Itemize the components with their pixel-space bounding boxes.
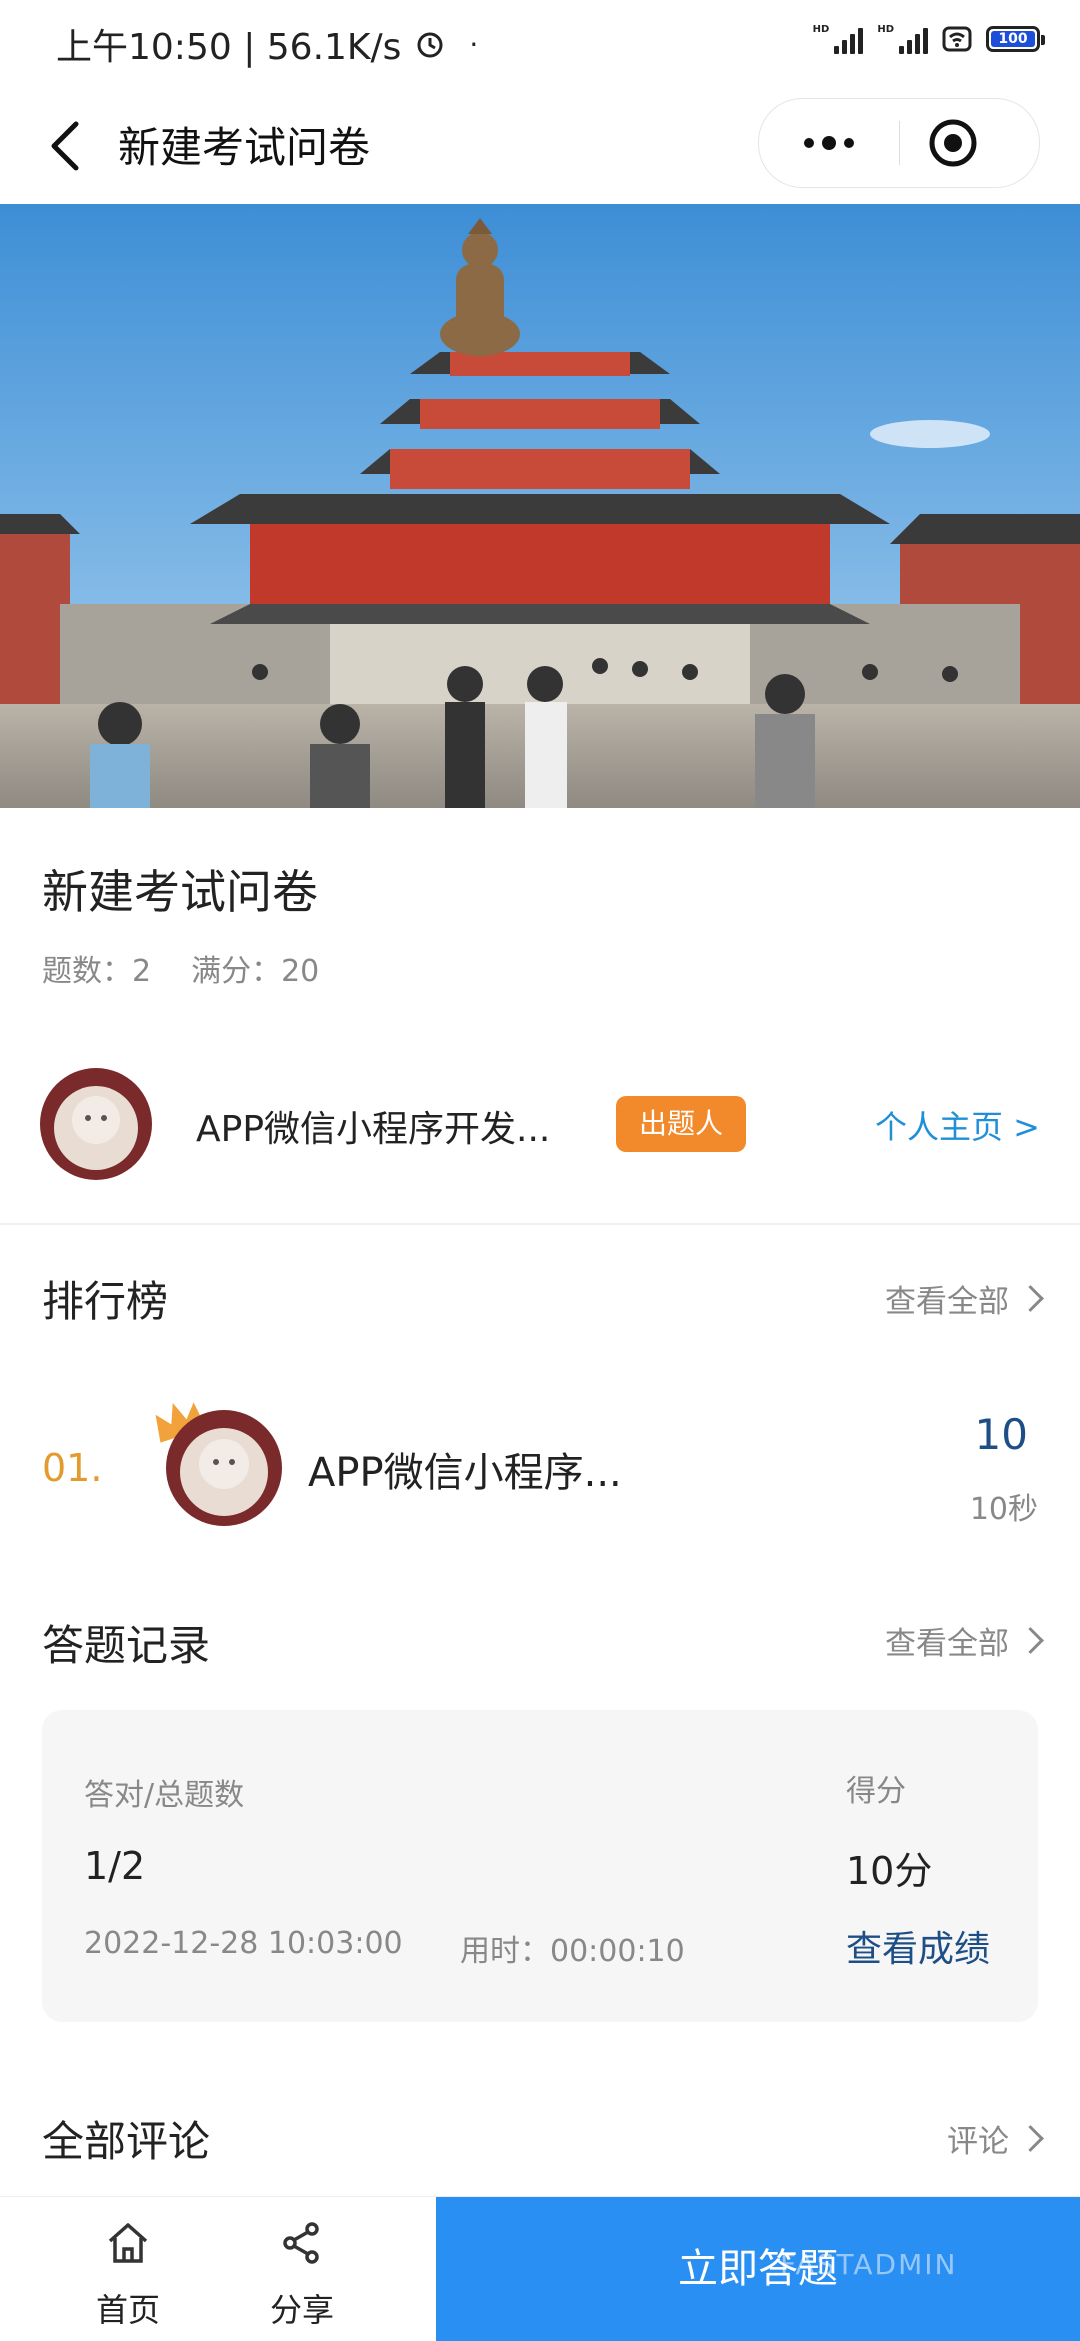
status-right: HD HD 100 xyxy=(813,24,1045,54)
chevron-right-icon xyxy=(1017,1285,1044,1312)
comments-title: 全部评论 xyxy=(42,2117,211,2166)
start-answer-button[interactable]: 立即答题 xyxy=(436,2197,1080,2341)
record-duration: 用时：00:00:10 xyxy=(460,1934,685,1969)
home-tab[interactable]: 首页 xyxy=(48,2197,208,2341)
more-dot-icon xyxy=(804,138,814,148)
battery-level: 100 xyxy=(991,31,1035,47)
home-icon xyxy=(108,2223,148,2263)
chevron-right-icon xyxy=(1017,1627,1044,1654)
more-button[interactable] xyxy=(759,99,899,187)
capsule-divider xyxy=(899,121,900,165)
dot-icon: · xyxy=(469,27,479,61)
battery-icon: 100 xyxy=(986,26,1045,52)
ranking-view-all-label: 查看全部 xyxy=(885,1284,1009,1320)
banner-image xyxy=(0,204,1080,808)
question-count: 题数：2 xyxy=(42,954,152,989)
records-view-all[interactable]: 查看全部 xyxy=(885,1618,1044,1663)
home-label: 首页 xyxy=(95,2291,160,2329)
more-dot-icon xyxy=(844,138,854,148)
share-tab[interactable]: 分享 xyxy=(222,2197,382,2341)
view-result-link[interactable]: 查看成绩 xyxy=(846,1920,990,1972)
nav-bar: 新建考试问卷 xyxy=(0,90,1080,202)
exam-title: 新建考试问卷 xyxy=(42,865,318,919)
divider xyxy=(0,1223,1080,1225)
author-avatar[interactable] xyxy=(40,1068,152,1180)
ranking-title: 排行榜 xyxy=(42,1277,169,1326)
comment-button[interactable]: 评论 xyxy=(947,2116,1044,2161)
wifi-icon xyxy=(942,26,972,52)
correct-value: 1/2 xyxy=(84,1844,146,1888)
profile-link[interactable]: 个人主页 > xyxy=(875,1102,1040,1148)
score-value: 10分 xyxy=(846,1849,933,1893)
author-name: APP微信小程序开发... xyxy=(196,1109,551,1150)
record-card: 答对/总题数 得分 1/2 10分 2022-12-28 10:03:00 用时… xyxy=(42,1710,1038,2022)
status-time-speed: 上午10:50 | 56.1K/s xyxy=(56,27,402,68)
share-label: 分享 xyxy=(269,2291,334,2329)
page-title: 新建考试问卷 xyxy=(118,123,371,172)
full-score: 满分：20 xyxy=(191,954,320,989)
rank-avatar[interactable] xyxy=(166,1410,282,1526)
creator-badge: 出题人 xyxy=(616,1096,746,1152)
records-view-all-label: 查看全部 xyxy=(885,1626,1009,1662)
share-icon xyxy=(283,2222,319,2264)
signal-icon-2: HD xyxy=(877,24,928,54)
author-row: APP微信小程序开发... 出题人 个人主页 > xyxy=(0,1060,1080,1188)
records-title: 答题记录 xyxy=(42,1621,211,1670)
score-label: 得分 xyxy=(846,1774,906,1809)
signal-icon: HD xyxy=(813,24,864,54)
record-datetime: 2022-12-28 10:03:00 xyxy=(84,1926,403,1961)
comment-label: 评论 xyxy=(947,2124,1009,2160)
more-dot-icon xyxy=(822,136,836,150)
chevron-right-icon xyxy=(1017,2125,1044,2152)
correct-label: 答对/总题数 xyxy=(84,1778,245,1813)
mini-program-capsule xyxy=(758,98,1040,188)
ranking-view-all[interactable]: 查看全部 xyxy=(885,1276,1044,1321)
rank-number: 01. xyxy=(42,1446,103,1490)
exam-meta: 题数：2 满分：20 xyxy=(42,946,319,990)
status-bar: 上午10:50 | 56.1K/s · HD HD 100 xyxy=(0,0,1080,90)
rank-time: 10秒 xyxy=(969,1492,1038,1527)
rank-user-name: APP微信小程序... xyxy=(308,1450,622,1496)
watermark: FASTADMIN xyxy=(780,2248,958,2281)
status-left: 上午10:50 | 56.1K/s · xyxy=(56,18,478,70)
rank-score: 10 xyxy=(974,1410,1028,1459)
back-arrow-icon[interactable] xyxy=(38,116,98,176)
close-mini-program-icon[interactable] xyxy=(927,117,979,169)
alarm-icon xyxy=(417,32,443,58)
temple-photo xyxy=(0,204,1080,808)
